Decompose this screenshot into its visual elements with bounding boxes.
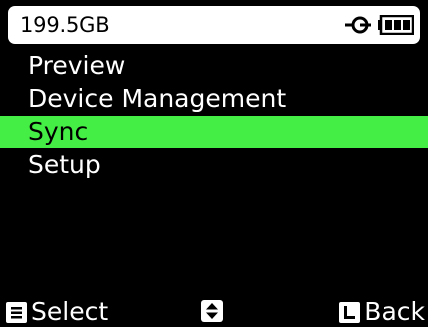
menu-item-setup[interactable]: Setup: [0, 149, 428, 181]
menu-item-preview[interactable]: Preview: [0, 50, 428, 82]
softkey-bar: Select Back: [0, 296, 428, 327]
power-plug-icon: [345, 16, 371, 34]
menu-item-device-management[interactable]: Device Management: [0, 83, 428, 115]
device-screen: 199.5GB Preview Device Management Sync S…: [0, 0, 428, 327]
status-bar: 199.5GB: [8, 6, 420, 44]
back-label: Back: [364, 297, 425, 326]
back-softkey[interactable]: Back: [339, 298, 425, 326]
main-menu: Preview Device Management Sync Setup: [0, 50, 428, 181]
select-label: Select: [31, 297, 109, 326]
select-softkey[interactable]: Select: [6, 298, 108, 326]
storage-indicator: 199.5GB: [20, 13, 110, 37]
menu-item-sync[interactable]: Sync: [0, 116, 428, 148]
select-key-icon: [6, 301, 27, 323]
battery-full-icon: [378, 15, 414, 35]
back-key-icon: [339, 301, 361, 323]
up-down-arrow-icon: [201, 300, 223, 322]
